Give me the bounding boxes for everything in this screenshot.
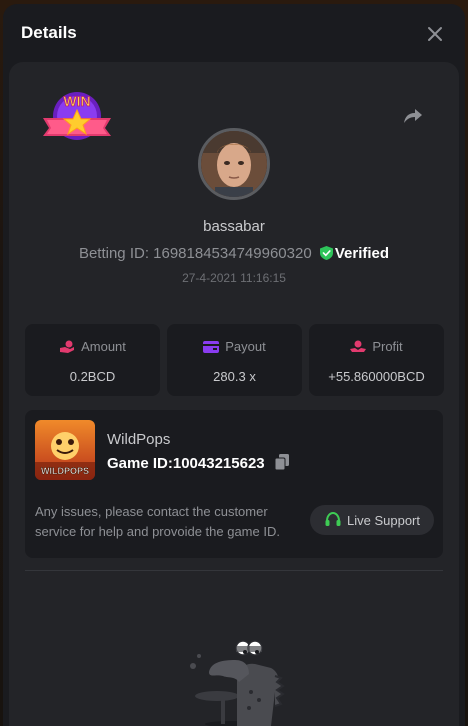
game-id-label: Game ID: <box>107 455 173 472</box>
stat-payout-value: 280.3 x <box>213 369 256 384</box>
dialog-title: Details <box>21 23 77 42</box>
hand-coin-icon <box>350 340 367 352</box>
verified-badge: Verified <box>319 245 390 262</box>
game-id-value: 10043215623 <box>172 455 265 472</box>
live-support-label: Live Support <box>347 512 420 528</box>
verified-label: Verified <box>334 245 390 262</box>
copy-button[interactable] <box>274 454 289 474</box>
close-button[interactable] <box>423 22 447 46</box>
stat-payout-label: Payout <box>225 339 266 354</box>
details-panel: WIN bassabar Betting ID: 169818453474996… <box>9 62 459 726</box>
game-thumbnail[interactable]: WILDPOPS <box>35 420 95 480</box>
close-icon <box>428 27 442 41</box>
details-dialog: Details WIN bassabar Betting ID: 1698184… <box>3 4 465 726</box>
stat-profit-label: Profit <box>372 339 403 354</box>
wallet-icon <box>203 341 220 353</box>
share-icon <box>404 109 422 123</box>
betting-id-value: 1698184534749960320 <box>153 245 312 262</box>
game-card: WILDPOPS WildPops Game ID:10043215623 An… <box>25 410 443 558</box>
win-badge-icon: WIN <box>43 92 111 140</box>
section-divider <box>25 570 443 571</box>
copy-icon <box>274 454 289 471</box>
stat-amount-label: Amount <box>81 339 126 354</box>
svg-text:WILDPOPS: WILDPOPS <box>41 466 89 476</box>
user-avatar <box>198 128 270 200</box>
game-name: WildPops <box>107 431 171 448</box>
dinosaur-mascot-icon <box>190 640 285 726</box>
stat-profit-value: +55.860000BCD <box>328 369 425 384</box>
betting-id-row: Betting ID: 1698184534749960320 Verified <box>9 245 459 262</box>
coin-hand-icon <box>60 340 75 353</box>
betting-id-label: Betting ID: <box>78 245 154 262</box>
shield-check-icon <box>319 246 333 260</box>
username: bassabar <box>203 218 265 235</box>
support-instructions: Any issues, please contact the customer … <box>35 504 280 539</box>
svg-text:WIN: WIN <box>63 93 90 109</box>
stat-profit: Profit +55.860000BCD <box>309 324 444 396</box>
headset-icon <box>325 511 341 526</box>
dialog-header: Details <box>3 4 465 62</box>
game-id-row: Game ID:10043215623 <box>107 454 289 474</box>
share-button[interactable] <box>401 104 425 128</box>
live-support-button[interactable]: Live Support <box>310 505 434 535</box>
stat-amount-value: 0.2BCD <box>69 369 116 384</box>
stat-amount: Amount 0.2BCD <box>25 324 160 396</box>
stat-payout: Payout 280.3 x <box>167 324 302 396</box>
bet-timestamp: 27-4-2021 11:16:15 <box>182 271 286 285</box>
